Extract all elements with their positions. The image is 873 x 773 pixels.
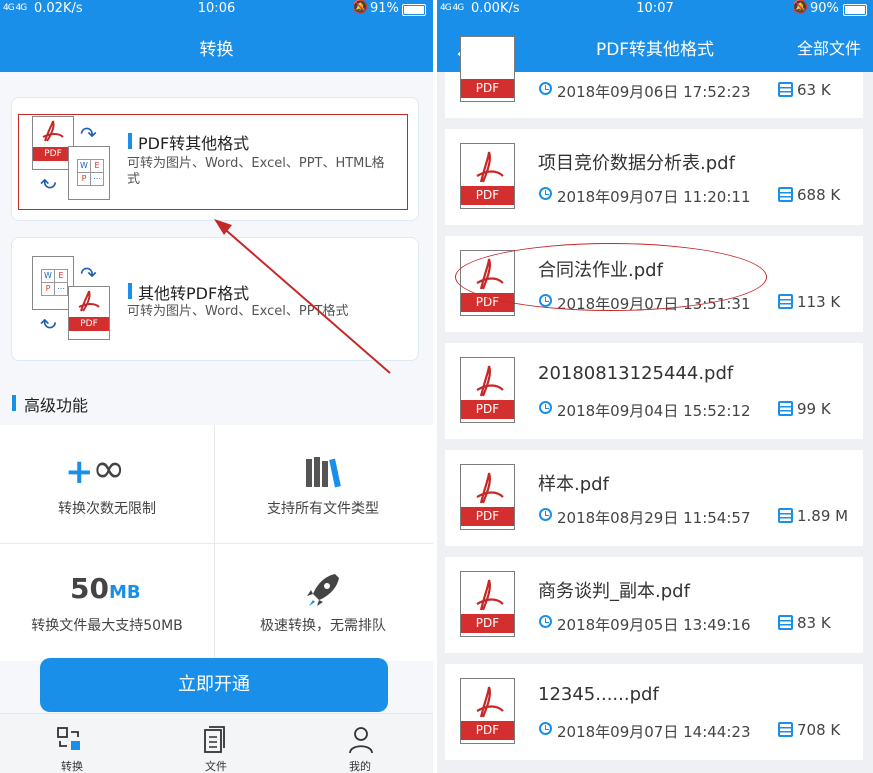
size-icon	[778, 508, 793, 523]
list-item[interactable]: PDF 2018年09月06日 17:52:23 63 K	[445, 36, 863, 118]
pdf-file-icon: PDF	[460, 571, 515, 637]
file-size: 688 K	[797, 186, 841, 204]
file-list-item[interactable]: PDF 项目竞价数据分析表.pdf 2018年09月07日 11:20:11 688 …	[445, 129, 863, 225]
convert-icon	[57, 727, 80, 750]
file-name: 12345......pdf	[538, 684, 659, 705]
file-name: 20180813125444.pdf	[538, 363, 734, 384]
bottom-tab-bar: 转换 文件 我的	[0, 713, 433, 773]
tab-me[interactable]: 我的	[288, 714, 432, 773]
tab-files[interactable]: 文件	[144, 714, 288, 773]
page-title: 转换	[199, 40, 234, 60]
divider	[0, 543, 433, 544]
annotation-arrow	[214, 219, 391, 374]
convert-screen: 4G 4G 0.02K/s 10:06 🔕 91% 转换 PDF WE P ⋯ ↷…	[0, 0, 433, 773]
clock-icon	[539, 615, 552, 628]
pdf-file-icon: PDF	[460, 36, 515, 102]
clock-icon	[539, 401, 552, 414]
file-list-item[interactable]: PDF 12345......pdf 2018年09月07日 14:44:23 708…	[445, 664, 863, 760]
feature-label: 转换次数无限制	[58, 501, 156, 517]
acrobat-icon	[476, 365, 504, 397]
file-date: 2018年09月06日 17:52:23	[557, 83, 751, 101]
file-date: 2018年09月07日 11:20:11	[557, 188, 751, 206]
activate-button[interactable]: 立即开通	[40, 658, 388, 712]
user-icon	[349, 727, 373, 754]
feature-label: 极速转换，无需排队	[260, 618, 386, 634]
title-accent	[128, 283, 132, 299]
tab-convert[interactable]: 转换	[0, 714, 144, 773]
battery-percent: 90%	[810, 1, 839, 16]
all-files-button[interactable]: 全部文件	[797, 35, 861, 59]
clock-icon	[539, 722, 552, 735]
size-icon	[778, 615, 793, 630]
acrobat-icon	[476, 472, 504, 504]
pdf-file-icon: PDF	[460, 357, 515, 423]
feature-label: 支持所有文件类型	[267, 501, 379, 517]
file-size: 83 K	[797, 614, 831, 632]
pdf-file-icon: PDF	[460, 143, 515, 209]
file-size: 63 K	[797, 81, 831, 99]
size-icon	[778, 294, 793, 309]
acrobat-icon	[476, 579, 504, 611]
battery-icon	[402, 4, 426, 16]
clock-icon	[539, 187, 552, 200]
file-date: 2018年09月04日 15:52:12	[557, 402, 751, 420]
highlight-ellipse	[455, 243, 767, 311]
acrobat-icon	[476, 686, 504, 718]
clock-icon	[539, 508, 552, 521]
file-size: 99 K	[797, 400, 831, 418]
status-bar: 4G 4G 0.00K/s 10:07 🔕 90%	[437, 0, 873, 20]
title-bar: 转换	[0, 20, 433, 72]
file-icon	[204, 726, 225, 753]
file-date: 2018年08月29日 11:54:57	[557, 509, 751, 527]
battery-percent: 91%	[370, 1, 399, 16]
pdf-document-icon: PDF	[68, 286, 110, 340]
pdf-file-icon: PDF	[460, 464, 515, 530]
bell-icon: 🔕	[352, 0, 369, 15]
section-title: 高级功能	[24, 396, 89, 415]
file-size: 1.89 M	[797, 507, 849, 525]
infinity-icon: ∞	[92, 446, 126, 492]
clock-icon	[539, 82, 552, 95]
file-list-item[interactable]: PDF 样本.pdf 2018年08月29日 11:54:57 1.89 M	[445, 450, 863, 546]
acrobat-icon	[476, 151, 504, 183]
size-icon	[778, 722, 793, 737]
size-icon	[778, 187, 793, 202]
convert-arrow-icon: ↷	[40, 310, 57, 334]
size-icon	[778, 82, 793, 97]
section-accent	[12, 395, 16, 411]
plus-icon: +	[65, 452, 94, 492]
pdf-file-icon: PDF	[460, 678, 515, 744]
battery-icon	[843, 4, 867, 16]
file-name: 项目竞价数据分析表.pdf	[538, 153, 735, 174]
convert-arrow-icon: ↷	[80, 262, 97, 286]
file-size: 113 K	[797, 293, 841, 311]
file-date: 2018年09月05日 13:49:16	[557, 616, 751, 634]
size-limit-number: 50MB	[70, 572, 141, 605]
file-list-item[interactable]: PDF 商务谈判_副本.pdf 2018年09月05日 13:49:16 83 K	[445, 557, 863, 653]
size-icon	[778, 401, 793, 416]
file-size: 708 K	[797, 721, 841, 739]
file-name: 样本.pdf	[538, 474, 609, 495]
feature-label: 转换文件最大支持50MB	[31, 618, 183, 634]
file-list-screen: 4G 4G 0.00K/s 10:07 🔕 90% PDF转其他格式 全部文件 …	[437, 0, 873, 773]
status-bar: 4G 4G 0.02K/s 10:06 🔕 91%	[0, 0, 433, 20]
file-name: 商务谈判_副本.pdf	[538, 581, 690, 602]
rocket-icon	[307, 574, 339, 606]
bell-icon: 🔕	[792, 0, 809, 15]
file-list-item[interactable]: PDF 20180813125444.pdf 2018年09月04日 15:52:1…	[445, 343, 863, 439]
file-date: 2018年09月07日 14:44:23	[557, 723, 751, 741]
